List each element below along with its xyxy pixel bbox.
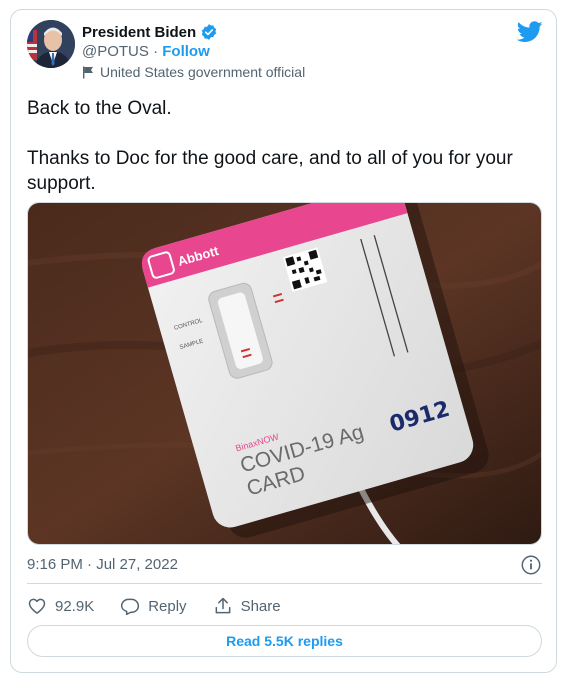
tweet-text-spacer xyxy=(27,121,547,146)
like-count: 92.9K xyxy=(55,597,95,615)
author-handle[interactable]: @POTUS xyxy=(82,43,149,60)
heart-icon xyxy=(28,598,46,614)
divider xyxy=(27,583,542,584)
share-button[interactable]: Share xyxy=(213,596,281,616)
share-icon xyxy=(215,597,230,614)
twitter-bird-icon[interactable] xyxy=(517,21,543,43)
action-bar: 92.9K Reply Share xyxy=(27,594,307,618)
read-replies-button[interactable]: Read 5.5K replies xyxy=(27,625,542,657)
timestamp[interactable]: 9:16 PM · Jul 27, 2022 xyxy=(27,556,178,573)
tweet-text-line-1: Back to the Oval. xyxy=(27,98,172,119)
author-name[interactable]: President Biden xyxy=(82,24,196,41)
government-label-text: United States government official xyxy=(100,64,306,80)
flag-icon xyxy=(83,66,93,78)
tweet-text-line-2: Thanks to Doc for the good care, and to … xyxy=(27,148,513,194)
follow-button[interactable]: Follow xyxy=(162,43,210,60)
verified-badge-icon xyxy=(202,24,217,40)
tweet-text: Back to the Oval. Thanks to Doc for the … xyxy=(27,96,547,196)
reply-label: Reply xyxy=(148,597,187,615)
like-button[interactable]: 92.9K xyxy=(27,596,94,616)
info-icon[interactable] xyxy=(520,554,542,576)
share-label: Share xyxy=(240,597,281,615)
reply-button[interactable]: Reply xyxy=(120,596,187,616)
avatar-image xyxy=(27,20,75,68)
government-label[interactable]: United States government official xyxy=(82,64,305,80)
author-name-row[interactable]: President Biden xyxy=(82,23,218,41)
covid-test-card-image: Abbott CONTROL SAMPLE BinaxNOW COVID-19 … xyxy=(28,203,541,544)
tweet-photo[interactable]: Abbott CONTROL SAMPLE BinaxNOW COVID-19 … xyxy=(27,202,542,545)
avatar[interactable] xyxy=(27,20,75,68)
separator-dot: · xyxy=(153,43,159,60)
reply-icon xyxy=(121,598,140,616)
handle-line: @POTUS · Follow xyxy=(82,43,210,60)
